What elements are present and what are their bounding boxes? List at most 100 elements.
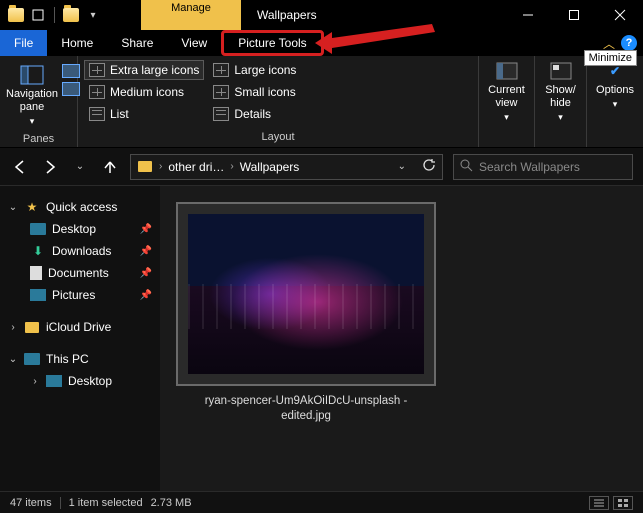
view-thumbnails-button[interactable] — [613, 496, 633, 510]
back-button[interactable] — [10, 157, 30, 177]
caret-down-icon[interactable]: ⌄ — [8, 354, 18, 365]
navigation-bar: ⌄ › other dri… › Wallpapers ⌄ Search Wal… — [0, 148, 643, 186]
quick-access-label: Quick access — [46, 200, 117, 214]
caret-down-icon[interactable]: ⌄ — [8, 202, 18, 213]
tab-file[interactable]: File — [0, 30, 47, 56]
ribbon-group-layout-label: Layout — [78, 129, 478, 147]
address-bar[interactable]: › other dri… › Wallpapers ⌄ — [130, 154, 443, 180]
address-folder-icon — [137, 160, 153, 174]
navigation-pane-button[interactable]: Navigation pane ▾ — [6, 60, 58, 127]
layout-list[interactable]: List — [84, 104, 204, 124]
ribbon-group-panes: Navigation pane ▾ Panes — [0, 56, 78, 147]
large-icons-icon — [213, 63, 229, 77]
address-dropdown-chevron-icon[interactable]: ⌄ — [398, 161, 406, 172]
caret-right-icon[interactable]: › — [8, 322, 18, 333]
folder-icon — [24, 320, 40, 334]
tab-home[interactable]: Home — [47, 30, 107, 56]
search-box[interactable]: Search Wallpapers — [453, 154, 633, 180]
tree-icloud[interactable]: › iCloud Drive — [4, 316, 156, 338]
window-title: Wallpapers — [241, 8, 317, 22]
desktop2-label: Desktop — [68, 374, 112, 388]
breadcrumb-1[interactable]: other dri… — [168, 160, 224, 174]
help-icon[interactable]: ? — [621, 35, 637, 51]
tree-desktop-pc[interactable]: › Desktop — [26, 370, 156, 392]
tree-desktop[interactable]: Desktop📌 — [26, 218, 156, 240]
details-icon — [213, 107, 229, 121]
ribbon: Navigation pane ▾ Panes Extra large icon… — [0, 56, 643, 148]
search-icon — [460, 159, 473, 175]
ribbon-group-current-view: Current view ▾ — [479, 56, 535, 147]
current-view-icon — [493, 60, 521, 82]
navigation-tree: ⌄ ★ Quick access Desktop📌 ⬇Downloads📌 Do… — [0, 186, 160, 491]
contextual-tab-manage[interactable]: Manage — [141, 0, 241, 30]
thumbnail-frame — [176, 202, 436, 386]
file-item[interactable]: ryan-spencer-Um9AkOiIDcU-unsplash - edit… — [176, 202, 436, 424]
tree-downloads[interactable]: ⬇Downloads📌 — [26, 240, 156, 262]
pictures-label: Pictures — [52, 288, 95, 302]
xl-icons-icon — [89, 63, 105, 77]
qat-separator — [54, 7, 55, 23]
downloads-label: Downloads — [52, 244, 111, 258]
status-separator — [60, 497, 61, 509]
tab-share-label: Share — [121, 36, 153, 50]
app-folder-icon — [8, 7, 24, 23]
list-label: List — [110, 107, 129, 121]
view-details-button[interactable] — [589, 496, 609, 510]
tree-pictures[interactable]: Pictures 📌 — [26, 284, 156, 306]
navigation-pane-icon — [18, 64, 46, 86]
up-button[interactable] — [100, 157, 120, 177]
minimize-button[interactable] — [505, 0, 551, 30]
maximize-button[interactable] — [551, 0, 597, 30]
recent-locations-chevron-icon[interactable]: ⌄ — [70, 157, 90, 177]
window-controls — [505, 0, 643, 30]
navigation-pane-label: Navigation pane — [6, 88, 58, 114]
desktop-icon — [46, 375, 62, 387]
ribbon-group-options: ✔ Options ▾ — [587, 56, 643, 147]
l-label: Large icons — [234, 63, 296, 77]
crumb-sep-icon: › — [159, 161, 162, 172]
layout-large-icons[interactable]: Large icons — [208, 60, 301, 80]
tree-quick-access[interactable]: ⌄ ★ Quick access — [4, 196, 156, 218]
status-bar: 47 items 1 item selected 2.73 MB — [0, 491, 643, 513]
thumbnail-image — [188, 214, 424, 374]
caret-right-icon[interactable]: › — [30, 376, 40, 387]
search-placeholder: Search Wallpapers — [479, 160, 580, 174]
small-icons-icon — [213, 85, 229, 99]
close-button[interactable] — [597, 0, 643, 30]
file-name-label: ryan-spencer-Um9AkOiIDcU-unsplash - edit… — [176, 386, 436, 424]
refresh-button[interactable] — [412, 158, 436, 175]
layout-small-icons[interactable]: Small icons — [208, 82, 301, 102]
ribbon-collapse-chevron-icon[interactable]: ︿ — [603, 35, 615, 52]
pin-icon: 📌 — [140, 290, 152, 301]
qat-open-folder-icon[interactable] — [63, 7, 79, 23]
layout-medium-icons[interactable]: Medium icons — [84, 82, 204, 102]
tab-view[interactable]: View — [167, 30, 221, 56]
chevron-down-icon: ▾ — [613, 99, 618, 110]
show-hide-label: Show/ hide — [535, 84, 586, 110]
layout-details[interactable]: Details — [208, 104, 301, 124]
file-list-pane[interactable]: ryan-spencer-Um9AkOiIDcU-unsplash - edit… — [160, 186, 643, 491]
icloud-label: iCloud Drive — [46, 320, 111, 334]
status-size: 2.73 MB — [151, 497, 192, 509]
tree-this-pc[interactable]: ⌄ This PC — [4, 348, 156, 370]
forward-button[interactable] — [40, 157, 60, 177]
tab-picture-tools-label: Picture Tools — [238, 36, 306, 50]
tab-picture-tools[interactable]: Picture Tools — [221, 30, 323, 56]
layout-xl-icons[interactable]: Extra large icons — [84, 60, 204, 80]
pc-icon — [24, 353, 40, 365]
current-view-button[interactable]: Current view ▾ — [479, 56, 534, 123]
tab-share[interactable]: Share — [107, 30, 167, 56]
tree-documents[interactable]: Documents📌 — [26, 262, 156, 284]
ribbon-group-show-hide: Show/ hide ▾ — [535, 56, 587, 147]
details-label: Details — [234, 107, 271, 121]
status-selected: 1 item selected — [69, 497, 143, 509]
qat-customize-chevron-icon[interactable]: ▾ — [85, 7, 101, 23]
breadcrumb-2[interactable]: Wallpapers — [240, 160, 300, 174]
chevron-down-icon: ▾ — [504, 112, 509, 123]
manage-label: Manage — [171, 0, 211, 15]
qat-properties-icon[interactable] — [30, 7, 46, 23]
show-hide-button[interactable]: Show/ hide ▾ — [535, 56, 586, 123]
documents-label: Documents — [48, 266, 109, 280]
ribbon-group-layout: Extra large icons Medium icons List Larg… — [78, 56, 479, 147]
desktop-icon — [30, 223, 46, 235]
